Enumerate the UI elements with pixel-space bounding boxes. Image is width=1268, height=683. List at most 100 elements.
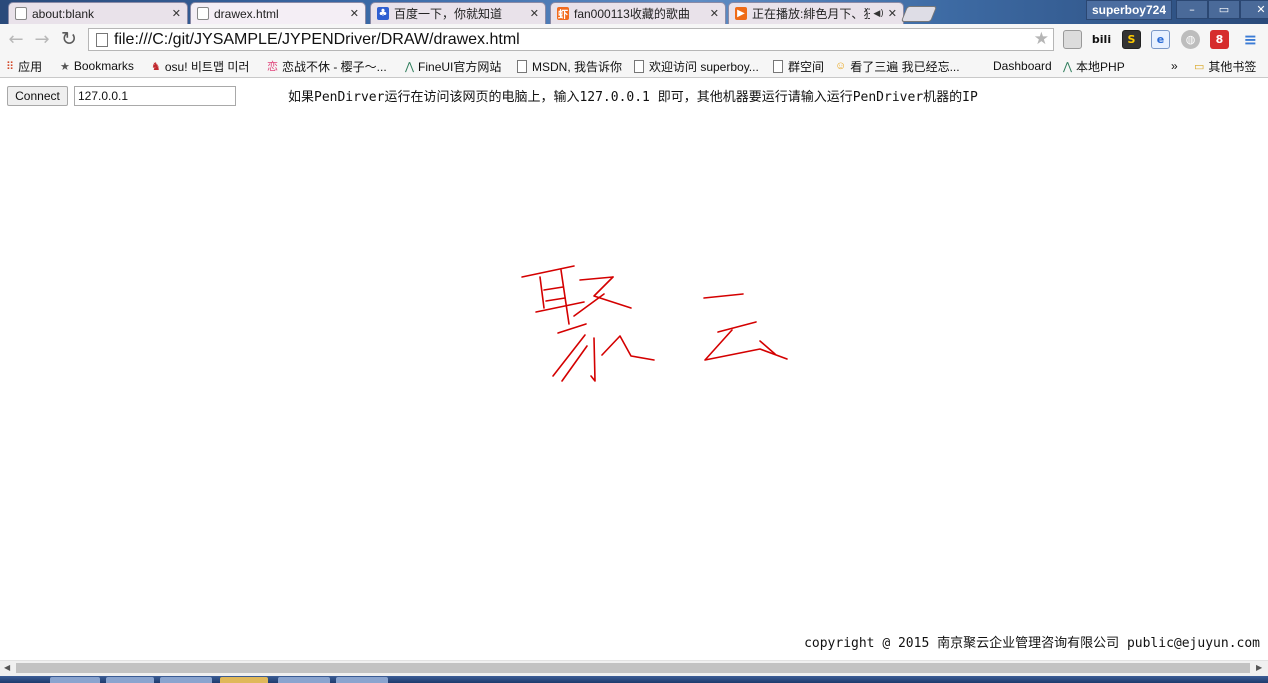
- bookmark-osu[interactable]: ♞ osu! 비트맵 미러: [151, 58, 249, 74]
- taskbar-item[interactable]: [220, 677, 268, 683]
- back-arrow-icon[interactable]: ←: [5, 28, 27, 50]
- page-icon: [197, 7, 209, 20]
- s-extension-icon[interactable]: S: [1122, 30, 1141, 49]
- bookmark-bookmarks[interactable]: ★ Bookmarks: [60, 58, 134, 74]
- tab-about-blank[interactable]: about:blank ✕: [8, 2, 188, 24]
- notes-extension-icon[interactable]: 8: [1210, 30, 1229, 49]
- stroke-ear-right: [560, 269, 570, 325]
- bookmark-label: FineUI官方网站: [418, 59, 502, 74]
- profile-button[interactable]: superboy724: [1086, 0, 1172, 20]
- star-icon: ★: [60, 60, 70, 73]
- bookmark-apps[interactable]: ⠿ 应用: [6, 58, 42, 74]
- bilibili-extension-icon[interactable]: bili: [1092, 30, 1111, 49]
- browser-toolbar: ← → ↻ file:///C:/git/JYSAMPLE/JYPENDrive…: [0, 24, 1268, 56]
- stroke-you-top: [579, 276, 614, 281]
- tab-title: 正在播放:緋色月下、狂: [752, 7, 871, 21]
- bookmark-other-folder[interactable]: ▭ 其他书签: [1194, 58, 1256, 74]
- face-icon: ☺: [835, 60, 847, 72]
- taskbar-item[interactable]: [160, 677, 212, 683]
- forward-arrow-icon[interactable]: →: [31, 28, 53, 50]
- tab-strip: about:blank ✕ drawex.html ✕ ♣ 百度一下，你就知道 …: [0, 0, 1268, 24]
- taskbar-item[interactable]: [50, 677, 100, 683]
- connect-button[interactable]: Connect: [7, 86, 68, 106]
- handwritten-strokes: [521, 265, 788, 382]
- play-icon: ▶: [735, 7, 747, 20]
- bookmark-star-icon[interactable]: ★: [1034, 29, 1049, 49]
- minimize-button[interactable]: –: [1176, 0, 1208, 19]
- tab-title: fan000113收藏的歌曲: [574, 7, 690, 21]
- scroll-right-icon[interactable]: ▶: [1256, 663, 1262, 672]
- tab-drawex[interactable]: drawex.html ✕: [190, 2, 366, 24]
- baidu-icon: ♣: [377, 7, 389, 20]
- bookmark-label: Dashboard: [993, 59, 1052, 73]
- stroke-bottom-right: [601, 335, 655, 361]
- close-icon[interactable]: ✕: [888, 7, 897, 20]
- bookmark-label: osu! 비트맵 미러: [164, 59, 250, 74]
- reader-extension-icon[interactable]: [1063, 30, 1082, 49]
- tab-baidu[interactable]: ♣ 百度一下，你就知道 ✕: [370, 2, 546, 24]
- stroke-you-fold: [593, 276, 632, 309]
- fineui-icon: ⋀: [405, 60, 415, 73]
- taskbar-item[interactable]: [336, 677, 388, 683]
- bookmark-dashboard[interactable]: Dashboard: [993, 58, 1052, 74]
- bookmark-label: 恋战不休 - 樱子～...: [282, 59, 387, 74]
- taskbar-item[interactable]: [278, 677, 330, 683]
- close-icon[interactable]: ✕: [172, 7, 181, 20]
- stroke-ear-mid2: [545, 297, 566, 302]
- scroll-left-icon[interactable]: ◀: [4, 663, 10, 672]
- bookmark-superboy[interactable]: 欢迎访问 superboy...: [634, 58, 759, 74]
- stroke-you-sweep: [573, 293, 605, 317]
- reload-icon[interactable]: ↻: [58, 28, 80, 50]
- address-bar[interactable]: file:///C:/git/JYSAMPLE/JYPENDriver/DRAW…: [88, 28, 1054, 51]
- close-window-button[interactable]: ✕: [1240, 0, 1268, 19]
- bookmark-label: 群空间: [788, 59, 825, 74]
- bookmark-label: Bookmarks: [73, 59, 134, 73]
- bookmark-label: 欢迎访问 superboy...: [649, 59, 759, 74]
- page-icon: [96, 32, 108, 47]
- menu-icon[interactable]: ≡: [1241, 30, 1260, 49]
- xiami-icon: 虾: [557, 7, 569, 21]
- bookmark-label: 本地PHP: [1076, 59, 1125, 74]
- bookmark-label: MSDN, 我告诉你: [532, 59, 623, 74]
- tab-title: 百度一下，你就知道: [394, 7, 503, 21]
- close-icon[interactable]: ✕: [350, 7, 359, 20]
- bookmark-fineui[interactable]: ⋀ FineUI官方网站: [405, 58, 501, 74]
- bookmark-label: 看了三遍 我已经忘...: [850, 59, 960, 74]
- copyright-footer: copyright @ 2015 南京聚云企业管理咨询有限公司 public@e…: [804, 636, 1260, 651]
- bookmarks-overflow-button[interactable]: »: [1171, 58, 1178, 74]
- tab-xiami[interactable]: 虾 fan000113收藏的歌曲 ✕: [550, 2, 726, 24]
- ie-tab-extension-icon[interactable]: e: [1151, 30, 1170, 49]
- globe-extension-icon[interactable]: ◍: [1181, 30, 1200, 49]
- ip-address-input[interactable]: [74, 86, 236, 106]
- bookmark-kanle[interactable]: ☺ 看了三遍 我已经忘...: [835, 58, 960, 74]
- stroke-yun-bottom: [704, 329, 788, 361]
- bookmark-lianzhan[interactable]: 恋 恋战不休 - 樱子～...: [267, 58, 387, 74]
- horizontal-scrollbar[interactable]: ◀ ▶: [0, 660, 1268, 676]
- scrollbar-thumb[interactable]: [16, 663, 1250, 673]
- bookmark-label: 应用: [18, 59, 43, 74]
- stroke-ear-mid1: [543, 286, 564, 291]
- stroke-ear-left: [539, 276, 545, 309]
- restore-button[interactable]: ▭: [1208, 0, 1240, 19]
- drawing-canvas[interactable]: 聚 云: [0, 110, 1268, 650]
- page-icon: [773, 59, 783, 73]
- tab-title: drawex.html: [214, 6, 279, 21]
- page-icon: [517, 59, 527, 73]
- tab-title: about:blank: [32, 6, 95, 21]
- heart-icon: 恋: [267, 61, 278, 73]
- new-tab-button[interactable]: [900, 6, 938, 22]
- fineui-icon: ⋀: [1063, 60, 1073, 73]
- bookmark-qunkongjian[interactable]: 群空间: [773, 58, 824, 74]
- stroke-bottom-left2: [561, 345, 588, 382]
- os-taskbar: [0, 676, 1268, 683]
- taskbar-item[interactable]: [106, 677, 154, 683]
- bookmark-label: »: [1171, 59, 1178, 73]
- close-icon[interactable]: ✕: [710, 7, 719, 20]
- close-icon[interactable]: ✕: [530, 7, 539, 20]
- bookmark-local-php[interactable]: ⋀ 本地PHP: [1063, 58, 1125, 74]
- tab-now-playing[interactable]: ▶ 正在播放:緋色月下、狂 ◀) ✕: [728, 2, 904, 24]
- bookmark-msdn[interactable]: MSDN, 我告诉你: [517, 58, 622, 74]
- window-controls: – ▭ ✕: [1176, 0, 1268, 19]
- address-url[interactable]: file:///C:/git/JYSAMPLE/JYPENDriver/DRAW…: [114, 31, 520, 49]
- stroke-yun-top: [703, 293, 744, 299]
